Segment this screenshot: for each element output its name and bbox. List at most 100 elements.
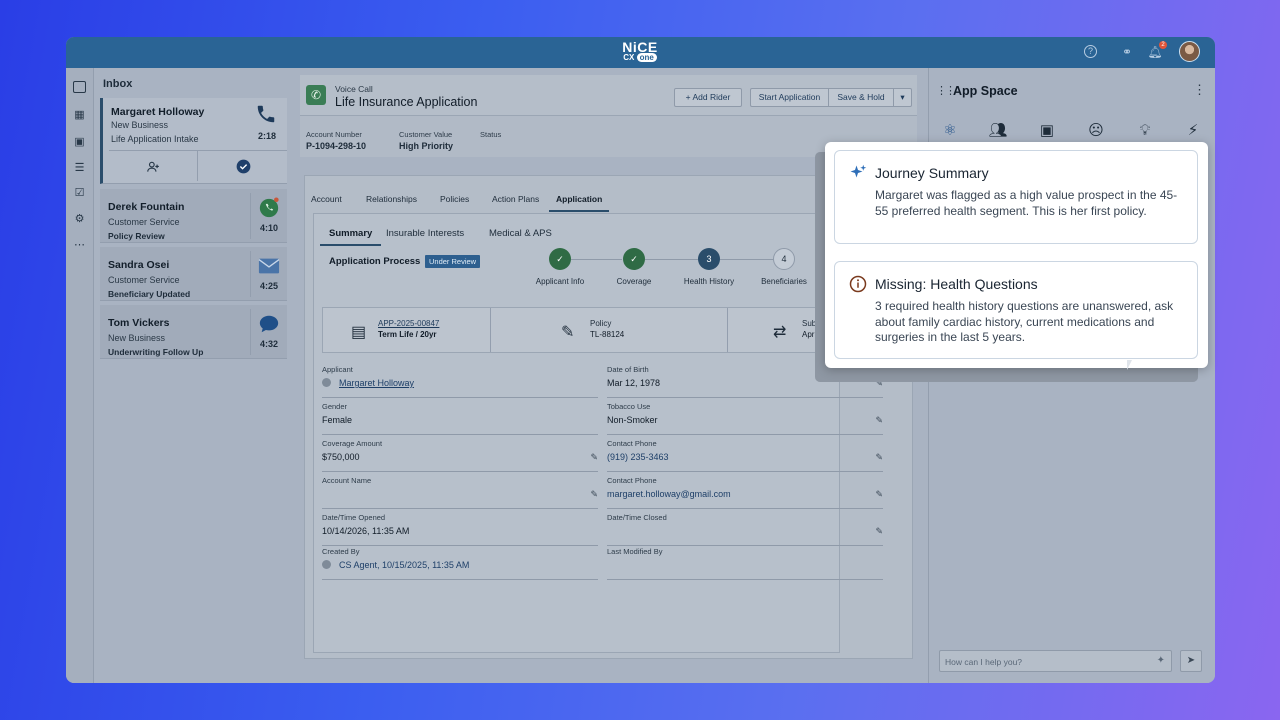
inbox-icon[interactable] <box>73 81 86 93</box>
check-icon: ✓ <box>556 254 564 264</box>
more-icon[interactable]: ⋯ <box>72 238 87 252</box>
application-id[interactable]: APP-2025-00847 <box>378 319 439 328</box>
nav-rail: ▦ ▣ ☰ ☑ ⚙ ⋯ <box>66 68 94 683</box>
check-circle-icon <box>236 159 250 174</box>
tab-policies[interactable]: Policies <box>440 194 469 204</box>
add-person-icon <box>147 161 159 172</box>
contact-name: Margaret Holloway <box>111 106 205 118</box>
app-space-title: App Space <box>953 84 1018 98</box>
field-value: Female <box>322 415 353 425</box>
drag-handle-icon[interactable]: ⋮⋮ <box>936 84 956 97</box>
step-applicant-info[interactable]: ✓ <box>549 248 571 270</box>
contact-status: Life Application Intake <box>111 134 199 144</box>
contact-type: New Business <box>111 120 169 130</box>
missing-questions-body: 3 required health history questions are … <box>875 299 1174 344</box>
complete-button[interactable] <box>199 151 287 181</box>
more-menu-icon[interactable]: ⋮ <box>1193 82 1206 98</box>
tobacco-field: Tobacco Use Non-Smoker ✎ <box>607 402 883 435</box>
stack-icon[interactable]: ☰ <box>72 161 87 175</box>
mouse-cursor-icon <box>1127 360 1132 370</box>
field-label: Contact Phone <box>607 439 657 448</box>
calendar-icon[interactable]: ▦ <box>72 108 87 122</box>
journey-summary-card: Journey Summary Margaret was flagged as … <box>834 150 1198 244</box>
field-value: $750,000 <box>322 452 360 462</box>
opened-field: Date/Time Opened 10/14/2026, 11:35 AM <box>322 513 598 546</box>
tab-action-plans[interactable]: Action Plans <box>492 194 539 204</box>
field-value: 10/14/2026, 11:35 AM <box>322 526 410 536</box>
contacts-icon[interactable]: ▣ <box>72 135 87 149</box>
inbox-item-tom[interactable]: Tom Vickers New Business Underwriting Fo… <box>100 305 287 359</box>
step-coverage[interactable]: ✓ <box>623 248 645 270</box>
edit-pencil-icon[interactable]: ✎ <box>875 526 883 537</box>
people-list-icon[interactable]: 👥︎ <box>987 120 1009 142</box>
applicant-link[interactable]: Margaret Holloway <box>322 378 414 388</box>
inbox-item-derek[interactable]: Derek Fountain Customer Service Policy R… <box>100 189 287 243</box>
field-label: Last Modified By <box>607 547 663 556</box>
step-beneficiaries[interactable]: 4 <box>773 248 795 270</box>
contact-status: Underwriting Follow Up <box>108 347 204 357</box>
customer-value-label: Customer Value <box>399 130 453 139</box>
call-timer: 4:10 <box>259 223 278 233</box>
step-health-history[interactable]: 3 <box>698 248 720 270</box>
field-value: Non-Smoker <box>607 415 658 425</box>
inbox-item-sandra[interactable]: Sandra Osei Customer Service Beneficiary… <box>100 247 287 301</box>
subtab-insurable-interests[interactable]: Insurable Interests <box>386 228 464 239</box>
start-application-button[interactable]: Start Application <box>750 88 828 107</box>
status-badge: Under Review <box>425 255 481 268</box>
interaction-header: ✆ Voice Call Life Insurance Application … <box>300 75 917 115</box>
user-avatar[interactable] <box>1179 41 1200 62</box>
check-icon: ✓ <box>630 254 638 264</box>
checklist-icon[interactable]: ☑ <box>72 186 87 200</box>
phone-link[interactable]: (919) 235-3463 <box>607 452 669 462</box>
sentiment-icon[interactable]: ☹ <box>1085 120 1107 142</box>
save-hold-button[interactable]: Save & Hold <box>828 88 894 107</box>
add-rider-button[interactable]: + Add Rider <box>674 88 742 107</box>
more-actions-dropdown[interactable]: ▾ <box>894 88 912 107</box>
edit-pencil-icon[interactable]: ✎ <box>590 489 598 500</box>
contact-card-icon[interactable]: ▣ <box>1036 120 1058 142</box>
help-icon[interactable]: ? <box>1084 45 1097 58</box>
assistant-input[interactable]: How can I help you? ✦ <box>939 650 1172 672</box>
edit-pencil-icon[interactable]: ✎ <box>875 415 883 426</box>
contact-name: Sandra Osei <box>108 259 170 271</box>
inbox-panel: Inbox Margaret Holloway New Business Lif… <box>97 68 289 683</box>
tab-relationships[interactable]: Relationships <box>366 194 417 204</box>
application-process-title: Application Process <box>329 256 421 267</box>
inbox-title: Inbox <box>103 78 133 90</box>
nice-logo: NiCE CX one <box>622 39 658 62</box>
field-label: Date/Time Opened <box>322 513 386 522</box>
lightbulb-icon[interactable]: 💡︎ <box>1134 120 1156 142</box>
field-label: Account Name <box>322 476 372 485</box>
ai-atom-icon[interactable]: ⚛ <box>939 120 961 142</box>
contact-type: New Business <box>108 333 166 343</box>
inbox-item-margaret[interactable]: Margaret Holloway New Business Life Appl… <box>100 98 287 184</box>
edit-pencil-icon[interactable]: ✎ <box>590 452 598 463</box>
transfer-button[interactable] <box>109 151 197 181</box>
edit-pencil-icon[interactable]: ✎ <box>875 489 883 500</box>
document-icon: ▤ <box>351 324 367 341</box>
field-label: Gender <box>322 402 348 411</box>
application-product: Term Life / 20yr <box>378 330 437 339</box>
tab-account[interactable]: Account <box>311 194 342 204</box>
send-button[interactable]: ➤ <box>1180 650 1202 672</box>
subtab-medical-aps[interactable]: Medical & APS <box>489 228 552 239</box>
email-link[interactable]: margaret.holloway@gmail.com <box>607 489 731 499</box>
field-label: Coverage Amount <box>322 439 383 448</box>
account-number: P-1094-298-10 <box>306 141 367 151</box>
field-label: Contact Phone <box>607 476 657 485</box>
lightning-icon[interactable]: ⚡︎ <box>1182 120 1204 142</box>
contact-type: Customer Service <box>108 217 180 227</box>
tab-application[interactable]: Application <box>549 194 610 212</box>
link-icon[interactable]: ⚭ <box>1119 44 1135 60</box>
bell-icon[interactable]: 🔔︎ 2 <box>1147 41 1167 60</box>
subtab-summary[interactable]: Summary <box>320 228 382 246</box>
info-cards: ▤ APP-2025-00847 Term Life / 20yr ✎ Poli… <box>322 307 832 353</box>
step-label: Health History <box>683 277 735 286</box>
email-icon <box>258 258 280 274</box>
account-number-label: Account Number <box>306 130 362 139</box>
call-type: Voice Call <box>335 84 373 94</box>
created-by-link[interactable]: CS Agent, 10/15/2025, 11:35 AM <box>322 560 469 570</box>
contact-name: Tom Vickers <box>108 317 170 329</box>
edit-pencil-icon[interactable]: ✎ <box>875 452 883 463</box>
gear-icon[interactable]: ⚙ <box>72 212 87 226</box>
